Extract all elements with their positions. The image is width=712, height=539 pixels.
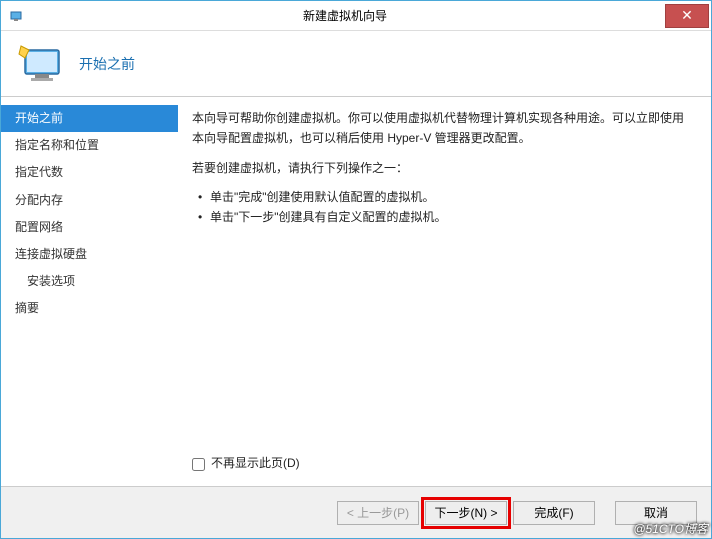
dont-show-again-row: 不再显示此页(D) bbox=[192, 454, 693, 474]
cancel-button[interactable]: 取消 bbox=[615, 501, 697, 525]
bullet-item: 单击"下一步"创建具有自定义配置的虚拟机。 bbox=[210, 208, 693, 227]
wizard-window: 新建虚拟机向导 ✕ 开始之前 开始之前 指定名称和位置 指定代数 分配内存 配置… bbox=[0, 0, 712, 539]
sidebar-item-name-location[interactable]: 指定名称和位置 bbox=[1, 132, 178, 159]
page-title: 开始之前 bbox=[79, 54, 135, 74]
bullet-item: 单击"完成"创建使用默认值配置的虚拟机。 bbox=[210, 188, 693, 207]
sidebar-item-install-options[interactable]: 安装选项 bbox=[1, 268, 178, 295]
close-icon: ✕ bbox=[681, 7, 693, 24]
sidebar-item-vhd[interactable]: 连接虚拟硬盘 bbox=[1, 241, 178, 268]
close-button[interactable]: ✕ bbox=[665, 4, 709, 28]
sidebar-item-network[interactable]: 配置网络 bbox=[1, 214, 178, 241]
titlebar: 新建虚拟机向导 ✕ bbox=[1, 1, 711, 31]
sidebar-item-summary[interactable]: 摘要 bbox=[1, 295, 178, 322]
sidebar-item-generation[interactable]: 指定代数 bbox=[1, 159, 178, 186]
window-title: 新建虚拟机向导 bbox=[25, 7, 665, 24]
wizard-content: 本向导可帮助你创建虚拟机。你可以使用虚拟机代替物理计算机实现各种用途。可以立即使… bbox=[178, 97, 711, 486]
prev-button: < 上一步(P) bbox=[337, 501, 419, 525]
sidebar-item-before-you-begin[interactable]: 开始之前 bbox=[1, 105, 178, 132]
wizard-body: 开始之前 指定名称和位置 指定代数 分配内存 配置网络 连接虚拟硬盘 安装选项 … bbox=[1, 97, 711, 486]
next-button[interactable]: 下一步(N) > bbox=[425, 501, 507, 525]
wizard-sidebar: 开始之前 指定名称和位置 指定代数 分配内存 配置网络 连接虚拟硬盘 安装选项 … bbox=[1, 97, 178, 486]
app-icon bbox=[9, 8, 25, 24]
dont-show-again-checkbox[interactable] bbox=[192, 458, 205, 471]
sidebar-item-memory[interactable]: 分配内存 bbox=[1, 187, 178, 214]
monitor-icon bbox=[17, 40, 65, 88]
content-text: 本向导可帮助你创建虚拟机。你可以使用虚拟机代替物理计算机实现各种用途。可以立即使… bbox=[192, 109, 693, 446]
wizard-footer: < 上一步(P) 下一步(N) > 完成(F) 取消 bbox=[1, 486, 711, 538]
finish-button[interactable]: 完成(F) bbox=[513, 501, 595, 525]
instruction-lead: 若要创建虚拟机，请执行下列操作之一： bbox=[192, 159, 693, 179]
dont-show-again-label: 不再显示此页(D) bbox=[211, 454, 300, 474]
wizard-header: 开始之前 bbox=[1, 31, 711, 97]
instruction-bullets: 单击"完成"创建使用默认值配置的虚拟机。 单击"下一步"创建具有自定义配置的虚拟… bbox=[192, 188, 693, 226]
intro-paragraph: 本向导可帮助你创建虚拟机。你可以使用虚拟机代替物理计算机实现各种用途。可以立即使… bbox=[192, 109, 693, 149]
